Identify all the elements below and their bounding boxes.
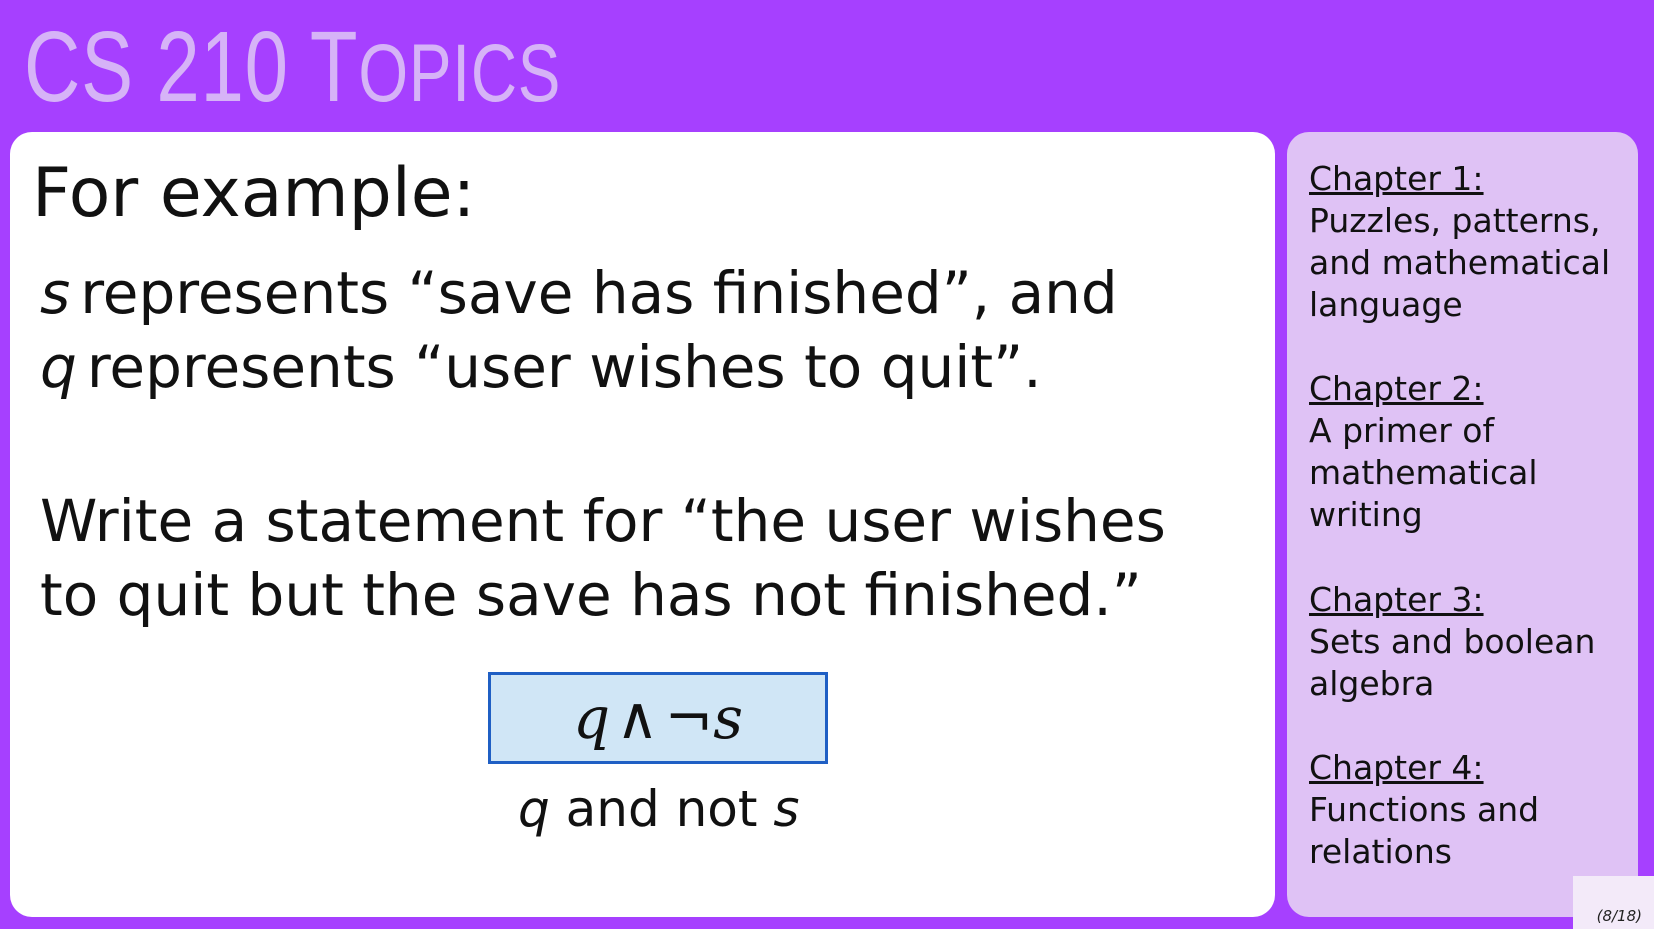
example-heading: For example: — [32, 154, 476, 233]
not-symbol: ¬ — [664, 684, 714, 752]
chapter-2-name: A primer of mathematical writing — [1309, 411, 1538, 534]
variable-s: s — [40, 259, 71, 327]
answer-caption: q and not s — [518, 780, 799, 838]
chapter-sidebar: Chapter 1: Puzzles, patterns, and mathem… — [1287, 132, 1638, 917]
chapter-3-link[interactable]: Chapter 3: — [1309, 579, 1629, 621]
page-counter-box: (8/18) — [1573, 876, 1654, 929]
definition-text-s: represents “save has finished”, and — [80, 259, 1118, 327]
caption-middle: and not — [549, 780, 774, 838]
prompt-line-1: Write a statement for “the user wishes — [40, 487, 1166, 555]
definition-line-q: q represents “user wishes to quit”. — [40, 330, 1118, 404]
chapter-1-name: Puzzles, patterns, and mathematical lang… — [1309, 201, 1611, 324]
definitions-block: s represents “save has finished”, and q re… — [40, 256, 1118, 404]
slide-title-main: CS 210 T — [24, 11, 359, 123]
answer-var-s: s — [713, 684, 743, 752]
chapter-4-name: Functions and relations — [1309, 790, 1540, 871]
answer-box: q ∧ ¬s — [488, 672, 828, 764]
variable-q: q — [40, 333, 77, 401]
and-symbol: ∧ — [616, 684, 659, 752]
chapter-4-link[interactable]: Chapter 4: — [1309, 747, 1629, 789]
caption-var-q: q — [518, 780, 550, 838]
chapter-2-link[interactable]: Chapter 2: — [1309, 368, 1629, 410]
sidebar-item-chapter-4[interactable]: Chapter 4: Functions and relations — [1309, 747, 1629, 873]
answer-expression: q ∧ ¬s — [573, 684, 743, 752]
definition-text-q: represents “user wishes to quit”. — [86, 333, 1042, 401]
exercise-prompt: Write a statement for “the user wishes t… — [40, 484, 1166, 632]
slide-title-rest: OPICS — [358, 28, 562, 119]
slide-title: CS 210 TOPICS — [24, 6, 561, 128]
definition-line-s: s represents “save has finished”, and — [40, 256, 1118, 330]
chapter-3-name: Sets and boolean algebra — [1309, 622, 1596, 703]
sidebar-item-chapter-3[interactable]: Chapter 3: Sets and boolean algebra — [1309, 579, 1629, 705]
main-content-panel: For example: s represents “save has finis… — [10, 132, 1275, 917]
answer-var-q: q — [573, 684, 611, 752]
chapter-1-link[interactable]: Chapter 1: — [1309, 158, 1629, 200]
sidebar-item-chapter-1[interactable]: Chapter 1: Puzzles, patterns, and mathem… — [1309, 158, 1629, 326]
caption-var-s: s — [773, 780, 800, 838]
sidebar-item-chapter-2[interactable]: Chapter 2: A primer of mathematical writ… — [1309, 368, 1629, 536]
page-number: (8/18) — [1596, 907, 1642, 925]
prompt-line-2: to quit but the save has not finished.” — [40, 561, 1142, 629]
